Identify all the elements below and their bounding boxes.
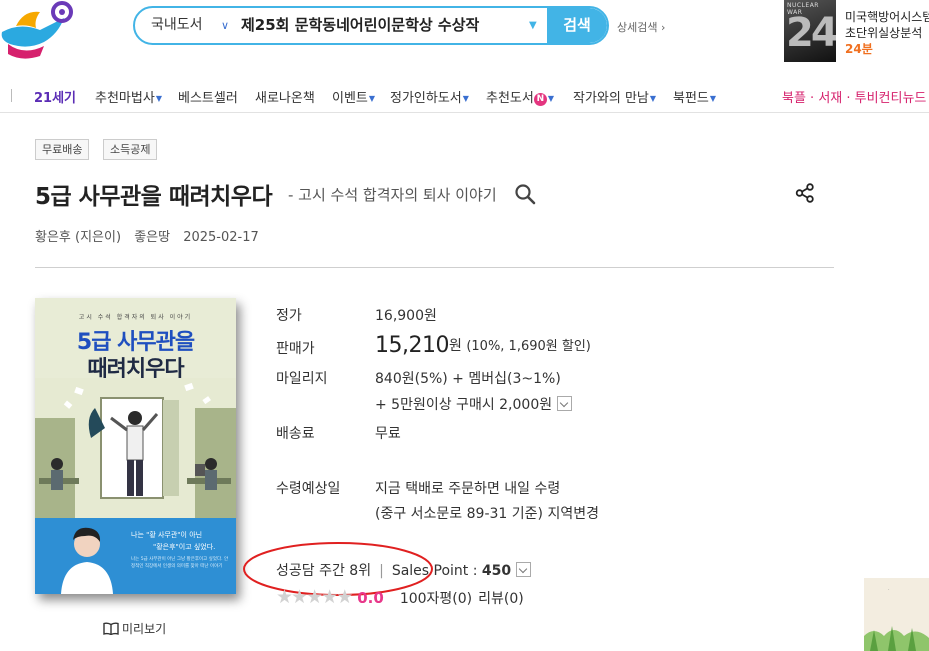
mileage-label: 마일리지	[276, 371, 328, 387]
rating-score: 0.0	[357, 589, 384, 607]
section-divider	[35, 267, 834, 268]
new-badge: N	[533, 93, 547, 106]
cover-illustration	[35, 378, 236, 518]
book-cover[interactable]: 고시 수석 합격자의 퇴사 이야기 5급 사무관을 때려치우다 나는 "황 사무…	[35, 298, 236, 594]
search-input[interactable]: 제25회 문학동네어린이문학상 수상작	[241, 8, 479, 43]
side-book-thumbnail[interactable]: .	[864, 578, 929, 651]
expand-toggle[interactable]	[557, 396, 573, 411]
nav-item-recommended[interactable]: 추천도서 N ▼	[486, 87, 554, 106]
detail-search-link[interactable]: 상세검색 ›	[617, 19, 665, 35]
author-link[interactable]: 황은후 (지은이)	[35, 230, 121, 245]
delivery-line2[interactable]: (중구 서소문로 89-31 기준) 지역변경	[375, 503, 599, 523]
nav-item-label: 작가와의 만남	[573, 91, 649, 106]
delivery-label: 수령예상일	[276, 481, 341, 497]
tag-tax-deduction: 소득공제	[103, 139, 158, 160]
promo-text-line3[interactable]: 24분	[845, 40, 873, 57]
cover-blurb: 나는 5급 사무관이 아닌 그냥 황은후이고 싶었다. 안정적인 직장에서 인생…	[131, 557, 229, 569]
promo-book-thumbnail[interactable]: NUCLEAR WAR 24	[784, 0, 836, 62]
dropdown-triangle-icon: ▼	[709, 94, 717, 103]
nav-item-bestseller[interactable]: 베스트셀러	[178, 87, 238, 106]
cover-author-band: 나는 "황 사무관"이 아닌 "황은후"이고 싶었다. 나는 5급 사무관이 아…	[35, 518, 236, 594]
nav-divider	[11, 89, 12, 102]
search-bar: 국내도서 ∨ 제25회 문학동네어린이문학상 수상작 ▼ 검색	[133, 6, 609, 45]
nav-divider-line	[0, 112, 929, 113]
dropdown-triangle-icon: ▼	[649, 94, 657, 103]
nav-item-label: 북펀드	[673, 91, 709, 106]
promo-text-line1[interactable]: 미국핵방어시스템	[845, 8, 929, 25]
search-button[interactable]: 검색	[547, 8, 607, 43]
search-scope-select[interactable]: 국내도서	[151, 8, 203, 43]
book-subtitle: - 고시 수석 합격자의 퇴사 이야기	[288, 186, 497, 204]
publisher-link[interactable]: 좋은땅	[134, 230, 170, 245]
nav-item-label: 이벤트	[332, 91, 368, 106]
sale-price-label: 판매가	[276, 341, 315, 357]
nav-item-events[interactable]: 이벤트▼	[332, 87, 375, 106]
nav-item-bookfund[interactable]: 북펀드▼	[673, 87, 716, 106]
dropdown-triangle-icon[interactable]: ▼	[529, 8, 537, 43]
nav-item-label: 추천도서	[486, 91, 534, 106]
mileage-extra: + 5만원이상 구매시 2,000원	[375, 394, 573, 414]
sale-discount: (10%, 1,690원 할인)	[466, 339, 591, 354]
delivery-line1: 지금 택배로 주문하면 내일 수령	[375, 481, 561, 497]
nav-item-label: 정가인하도서	[390, 91, 462, 106]
sale-price-value: 15,210	[375, 333, 449, 358]
star-icon: ★	[336, 586, 354, 608]
list-price-label: 정가	[276, 308, 302, 324]
mileage-value: 840원(5%) + 멤버십(3~1%)	[375, 371, 561, 387]
search-icon[interactable]	[514, 183, 536, 205]
author-line: 황은후 (지은이) 좋은땅 2025-02-17	[35, 226, 268, 245]
sales-point-value: 450	[481, 563, 512, 579]
nav-item-price-cut[interactable]: 정가인하도서▼	[390, 87, 469, 106]
nav-item-author-meet[interactable]: 작가와의 만남▼	[573, 87, 656, 106]
preview-button[interactable]: 미리보기	[103, 620, 166, 637]
nav-item-label: 추천마법사	[95, 91, 155, 106]
cover-quote-line1: 나는 "황 사무관"이 아닌	[131, 531, 203, 539]
preview-label: 미리보기	[122, 622, 167, 636]
author-photo	[61, 527, 113, 594]
dropdown-triangle-icon: ▼	[547, 94, 554, 103]
open-book-icon	[103, 622, 119, 636]
category-nav: 21세기 추천마법사▼ 베스트셀러 새로나온책 이벤트▼ 정가인하도서▼ 추천도…	[0, 84, 929, 108]
short-review-link[interactable]: 100자평(0)	[400, 591, 472, 607]
sale-price-unit: 원	[448, 338, 462, 354]
review-link[interactable]: 리뷰(0)	[478, 591, 524, 607]
dropdown-triangle-icon: ▼	[155, 94, 162, 103]
nav-item-recommend-wizard[interactable]: 추천마법사▼	[95, 87, 162, 106]
chevron-down-icon[interactable]: ∨	[221, 8, 229, 43]
cover-tagline: 고시 수석 합격자의 퇴사 이야기	[78, 314, 193, 321]
publish-date: 2025-02-17	[183, 230, 259, 245]
nav-item-21c[interactable]: 21세기	[34, 87, 76, 106]
shipping-value: 무료	[375, 426, 401, 442]
nav-right-links[interactable]: 북플 · 서재 · 투비컨티뉴드	[782, 87, 926, 106]
promo-thumb-number: 24	[786, 10, 836, 56]
rating-line: ★★★★★ 0.0 100자평(0) 리뷰(0)	[276, 586, 524, 608]
cover-quote-line2: "황은후"이고 싶었다.	[153, 543, 216, 551]
dropdown-triangle-icon: ▼	[462, 94, 469, 103]
tag-free-shipping: 무료배송	[35, 139, 90, 160]
aladin-logo[interactable]	[0, 0, 80, 62]
share-icon[interactable]	[795, 183, 815, 203]
mileage-extra-text: + 5만원이상 구매시 2,000원	[375, 397, 553, 413]
sale-price: 15,210원 (10%, 1,690원 할인)	[375, 333, 591, 358]
shipping-label: 배송료	[276, 426, 315, 442]
promo-text-line2[interactable]: 초단위실상분석	[845, 24, 922, 41]
sales-point-toggle[interactable]	[516, 562, 532, 577]
list-price-value: 16,900원	[375, 308, 437, 324]
side-book-art: .	[864, 578, 929, 651]
book-title: 5급 사무관을 때려치우다	[35, 184, 273, 210]
nav-item-new-books[interactable]: 새로나온책	[255, 87, 315, 106]
dropdown-triangle-icon: ▼	[368, 94, 376, 103]
